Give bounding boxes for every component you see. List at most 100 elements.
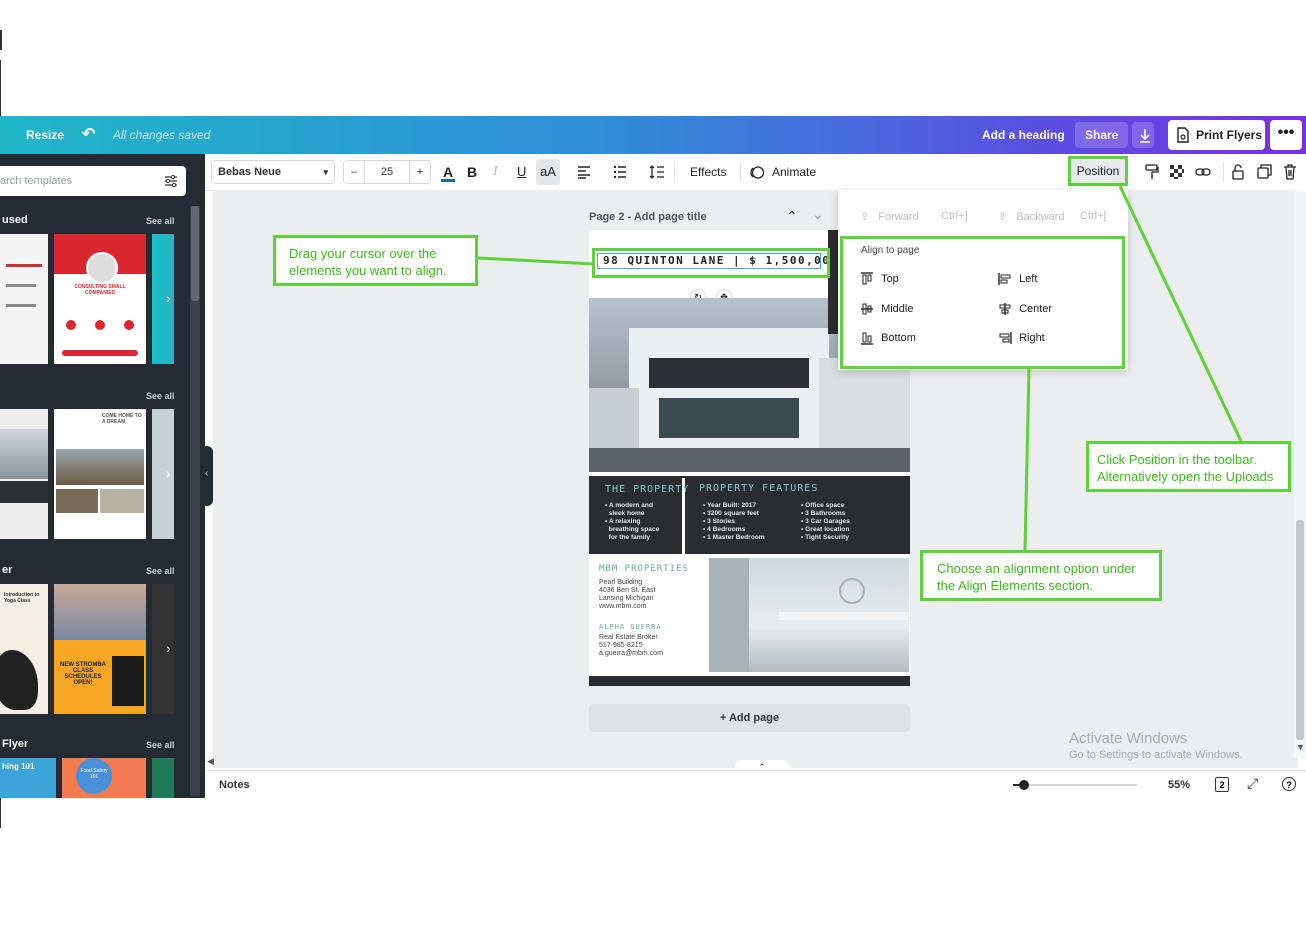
italic-button[interactable]: I [493, 154, 498, 190]
template-thumbnail[interactable] [0, 409, 48, 539]
print-flyers-button[interactable]: Print Flyers [1168, 120, 1265, 150]
paint-roller-icon [1145, 164, 1159, 179]
forward-option[interactable]: ⇪ Forward [860, 210, 919, 223]
headline-highlight-box [592, 248, 830, 278]
duplicate-icon [1257, 164, 1272, 179]
filter-icon[interactable] [164, 174, 178, 188]
the-property-title[interactable]: THE PROPERTY [605, 484, 689, 495]
footer-bar [589, 676, 910, 686]
animate-button[interactable]: Animate [750, 154, 816, 190]
notes-button[interactable]: Notes [219, 779, 250, 791]
property-list[interactable]: • A modern and sleek home • A relaxing b… [605, 502, 659, 542]
bullet-list-icon [613, 165, 626, 179]
canvas-scroll-thumb[interactable] [1296, 520, 1304, 740]
see-all-link[interactable]: See all [146, 740, 175, 750]
zoom-level[interactable]: 55% [1168, 779, 1190, 791]
office-photo[interactable] [709, 558, 909, 672]
mbm-address[interactable]: Pearl Building 4036 Ben St. East Lansing… [599, 579, 655, 611]
scroll-left-icon[interactable]: ◀ [207, 756, 214, 767]
chevron-right-icon[interactable]: › [166, 290, 171, 306]
animate-icon [750, 166, 765, 179]
canvas-scrollbar[interactable]: ▼ [1294, 190, 1306, 758]
template-thumbnail-zumba[interactable]: NEW STROMBA CLASS SCHEDULES OPEN! [54, 584, 146, 714]
text-align-button[interactable] [577, 154, 591, 190]
copy-style-button[interactable] [1145, 154, 1159, 190]
delete-button[interactable] [1283, 154, 1297, 190]
add-page-button[interactable]: + Add page [589, 704, 910, 732]
fullscreen-icon[interactable]: ⤢ [1247, 775, 1258, 792]
section-title-flyer: Flyer [2, 738, 29, 750]
underline-button[interactable]: U [517, 154, 526, 190]
letter-case-button[interactable]: aA [536, 159, 560, 185]
help-icon[interactable]: ? [1282, 777, 1296, 791]
animate-label: Animate [772, 165, 817, 179]
template-thumbnail-come-home[interactable]: COME HOME TO A DREAM [54, 409, 146, 539]
template-thumbnail-coaching[interactable]: hing 101 [0, 758, 56, 798]
chevron-up-icon[interactable]: ⌃ [786, 208, 798, 225]
chevron-down-icon: ▾ [323, 167, 328, 177]
chevron-right-icon[interactable]: › [166, 465, 171, 481]
scroll-down-icon[interactable]: ▼ [1296, 742, 1305, 752]
callout-click-position: Click Position in the toolbar. Alternati… [1086, 441, 1291, 492]
page-title[interactable]: Page 2 - Add page title [589, 211, 707, 223]
features-column-1[interactable]: • Year Built: 2017 • 3200 square feet • … [703, 502, 765, 542]
agent-info[interactable]: Real Estate Broker 517-985-8215 a.guerra… [599, 634, 663, 658]
collapse-sidebar-handle[interactable]: ‹ [205, 446, 213, 506]
forward-shortcut: Ctrl+] [941, 210, 968, 222]
template-sidebar: arch templates used See all CONSULTING S… [0, 154, 205, 798]
link-icon [1195, 168, 1211, 176]
agent-name[interactable]: ALPHA GUERRA [599, 623, 662, 631]
bold-button[interactable]: B [467, 154, 477, 190]
save-status: All changes saved [113, 128, 211, 142]
duplicate-button[interactable] [1257, 154, 1272, 190]
page-count-button[interactable]: 2 [1215, 777, 1229, 792]
template-thumbnail[interactable] [152, 758, 174, 798]
mbm-title[interactable]: MBM PROPERTIES [599, 564, 689, 574]
see-all-link[interactable]: See all [146, 216, 175, 226]
link-button[interactable] [1195, 154, 1211, 190]
font-size-decrease-button[interactable]: – [343, 160, 365, 184]
list-button[interactable] [613, 154, 627, 190]
forward-label: Forward [878, 211, 919, 223]
see-all-link[interactable]: See all [146, 391, 175, 401]
template-thumbnail[interactable] [0, 234, 48, 364]
left-edge-line-bottom [0, 798, 1, 828]
sidebar-scroll-thumb[interactable] [191, 206, 199, 301]
chevron-right-icon[interactable]: › [166, 640, 171, 656]
zoom-slider-track[interactable] [1013, 784, 1137, 786]
print-flyers-label: Print Flyers [1196, 128, 1263, 142]
font-family-select[interactable]: Bebas Neue ▾ [211, 160, 335, 184]
features-column-2[interactable]: • Office space • 3 Bathrooms • 3 Car Gar… [801, 502, 850, 542]
coaching-text: hing 101 [2, 762, 35, 771]
zoom-slider-thumb[interactable] [1019, 780, 1029, 790]
toolbar-divider [674, 162, 675, 182]
position-button[interactable]: Position [1068, 156, 1128, 186]
transparency-button[interactable] [1170, 154, 1184, 190]
font-size-input[interactable]: 25 [364, 160, 410, 184]
toolbar-divider [1223, 162, 1224, 182]
template-search-input[interactable]: arch templates [0, 166, 186, 196]
backward-option[interactable]: ⇪ Backward [998, 210, 1065, 223]
spacing-button[interactable] [649, 154, 665, 190]
more-options-button[interactable]: ••• [1270, 120, 1302, 150]
share-button[interactable]: Share [1075, 122, 1129, 148]
activate-windows-subtitle: Go to Settings to activate Windows. [1069, 749, 1243, 761]
chevron-down-icon[interactable]: ⌄ [812, 206, 824, 223]
template-thumbnail-consulting[interactable]: CONSULTING SMALL COMPANIES [54, 234, 146, 364]
chevron-left-icon: ‹ [205, 468, 209, 479]
text-color-button[interactable]: A [441, 154, 455, 190]
yoga-text: Introduction to Yoga Class [4, 592, 40, 604]
template-thumbnail-food[interactable]: Food Safety 101 [62, 758, 146, 798]
font-size-increase-button[interactable]: + [409, 160, 431, 184]
see-all-link[interactable]: See all [146, 566, 175, 576]
editor-toolbar: Bebas Neue ▾ – 25 + A B I U aA Effects A… [205, 154, 1306, 191]
document-title[interactable]: Add a heading [982, 116, 1065, 154]
effects-button[interactable]: Effects [690, 154, 726, 190]
lock-button[interactable] [1231, 154, 1245, 190]
resize-button[interactable]: Resize [26, 116, 64, 154]
template-thumbnail-yoga[interactable]: Introduction to Yoga Class [0, 584, 48, 714]
download-button[interactable] [1132, 122, 1154, 148]
property-features-title[interactable]: PROPERTY FEATURES [699, 483, 818, 494]
toolbar-divider [740, 162, 741, 182]
undo-icon[interactable]: ↶ [82, 116, 95, 154]
